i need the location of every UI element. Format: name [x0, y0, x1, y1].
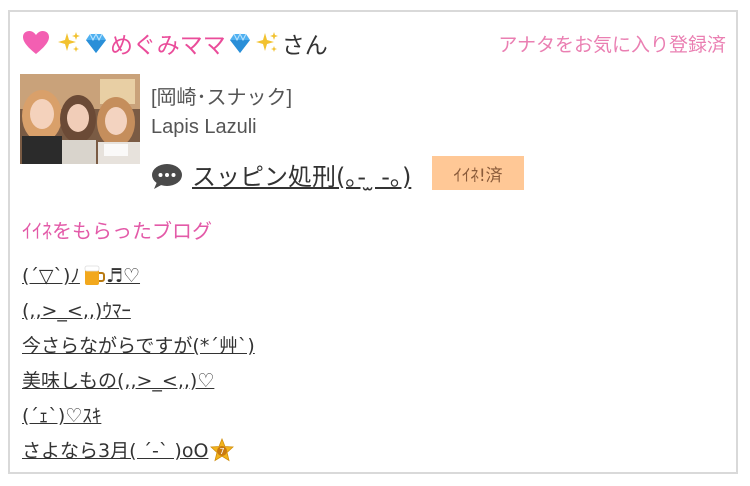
- user-display-name[interactable]: めぐみママ さん: [22, 26, 328, 60]
- iine-done-badge: ｲｲﾈ!済: [432, 156, 524, 190]
- photo-image: [20, 74, 140, 164]
- sparkles-icon: [255, 32, 278, 52]
- list-item: さよなら3月( ´-` )oO 7: [22, 432, 255, 467]
- user-name: めぐみママ: [110, 33, 226, 59]
- liked-blogs-heading: ｲｲﾈをもらったブログ: [22, 219, 212, 243]
- gem-icon: [86, 32, 106, 53]
- list-item: (,,>_<,,)ｳﾏｰ: [22, 292, 255, 327]
- liked-blogs-list: (´▽`)ﾉ ♬♡ (,,>_<,,)ｳﾏｰ 今さらながらですが(*´艸`) 美…: [22, 257, 255, 467]
- list-item: 美味しもの(,,>_<,,)♡: [22, 362, 255, 397]
- beer-icon: [84, 265, 105, 285]
- svg-text:7: 7: [220, 447, 225, 456]
- list-item: (´ｪ`)♡ｽｷ: [22, 397, 255, 432]
- blog-link-text: (´▽`)ﾉ: [22, 265, 80, 287]
- blog-link[interactable]: (,,>_<,,)ｳﾏｰ: [22, 296, 131, 323]
- blog-link[interactable]: 美味しもの(,,>_<,,)♡: [22, 366, 214, 393]
- name-suffix: さん: [281, 33, 328, 59]
- blog-link[interactable]: (´ｪ`)♡ｽｷ: [22, 401, 101, 428]
- blog-link[interactable]: (´▽`)ﾉ ♬♡: [22, 261, 140, 288]
- shop-photo[interactable]: [20, 74, 140, 164]
- list-item: (´▽`)ﾉ ♬♡: [22, 257, 255, 292]
- blog-like-card: めぐみママ さん アナタをお気に入り登録済 [岡崎･スナック] Lapis La…: [8, 10, 738, 474]
- card-header: めぐみママ さん アナタをお気に入り登録済: [22, 26, 726, 60]
- list-item: 今さらながらですが(*´艸`): [22, 327, 255, 362]
- shop-category: [岡崎･スナック]: [151, 87, 293, 109]
- blog-link[interactable]: 今さらながらですが(*´艸`): [22, 331, 255, 358]
- favorite-status-label: アナタをお気に入り登録済: [498, 34, 726, 56]
- post-title-link[interactable]: スッピン処刑(｡- ̫ -｡): [192, 157, 411, 192]
- star-7-icon: 7: [210, 437, 235, 462]
- blog-link-suffix: ♬♡: [105, 265, 141, 287]
- blog-link[interactable]: さよなら3月( ´-` )oO 7: [22, 436, 235, 463]
- speech-bubble-icon: [152, 164, 182, 189]
- gem-icon: [229, 32, 250, 53]
- blog-link-text: さよなら3月( ´-` )oO: [22, 440, 209, 462]
- heart-icon: [23, 31, 49, 54]
- sparkles-icon: [58, 32, 80, 52]
- shop-name[interactable]: Lapis Lazuli: [151, 116, 257, 139]
